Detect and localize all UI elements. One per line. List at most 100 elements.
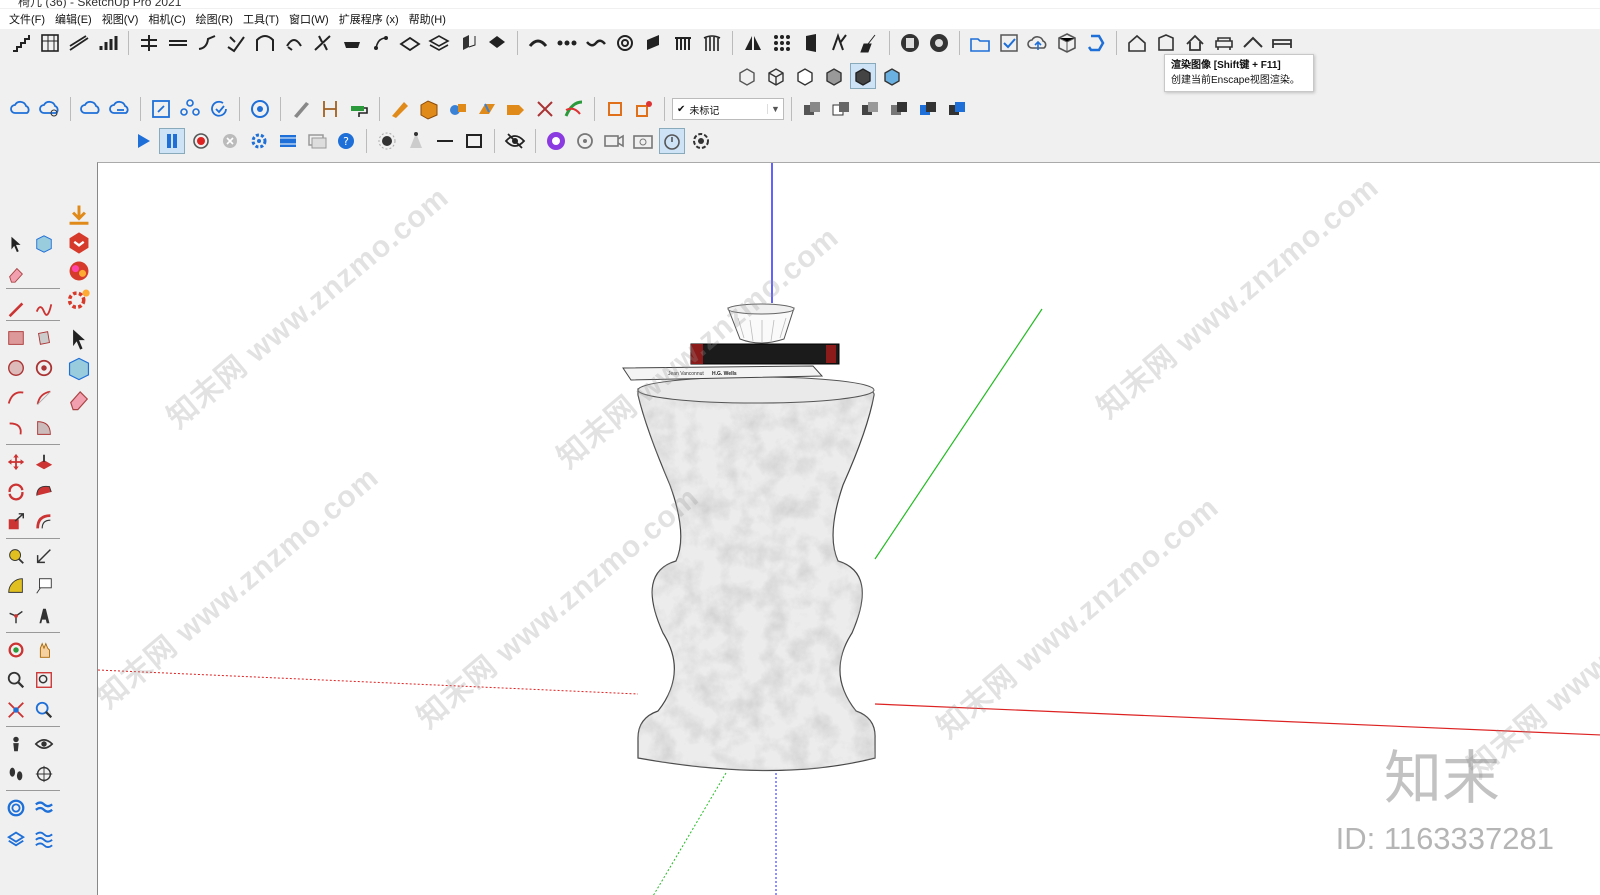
box-orange-icon[interactable] [416, 96, 442, 122]
fold-tool-icon[interactable] [484, 30, 510, 56]
extension-sync-icon[interactable] [1083, 30, 1109, 56]
timer-active-icon[interactable] [659, 128, 685, 154]
broom-tool-icon[interactable] [856, 30, 882, 56]
zoom-extents-icon[interactable] [4, 698, 28, 722]
batch-render-icon[interactable] [304, 128, 330, 154]
pen-tool-icon[interactable] [827, 30, 853, 56]
sandbox-smoove-icon[interactable] [32, 796, 56, 820]
move-icon[interactable] [4, 450, 28, 474]
cloud-link-icon[interactable] [8, 96, 34, 122]
tablet-icon[interactable] [897, 30, 923, 56]
menu-extensions[interactable]: 扩展程序 (x) [334, 11, 404, 27]
play-icon[interactable] [130, 128, 156, 154]
component-stack-6-icon[interactable] [944, 96, 970, 122]
protractor-icon[interactable] [4, 574, 28, 598]
component-cube-icon[interactable] [32, 232, 56, 256]
push-pull-icon[interactable] [32, 450, 56, 474]
dots-tool-icon[interactable] [554, 30, 580, 56]
look-around-icon[interactable] [32, 732, 56, 756]
stone-stool[interactable] [628, 373, 888, 783]
select-arrow-icon[interactable] [66, 326, 92, 352]
rectangle-icon[interactable] [4, 326, 28, 350]
fillet-tool-icon[interactable] [194, 30, 220, 56]
orbit-icon[interactable] [4, 638, 28, 662]
curve-loft-icon[interactable] [281, 30, 307, 56]
component-stack-4-icon[interactable] [886, 96, 912, 122]
axes-icon[interactable] [4, 604, 28, 628]
shaded-style-icon[interactable] [821, 63, 847, 89]
circle-icon[interactable] [4, 356, 28, 380]
push-pull-orange-icon[interactable] [474, 96, 500, 122]
record-disc-icon[interactable] [926, 30, 952, 56]
arc-tool-icon[interactable] [525, 30, 551, 56]
slanted-bar-icon[interactable] [288, 96, 314, 122]
flower-settings-icon[interactable] [688, 128, 714, 154]
bed-icon[interactable] [1269, 30, 1295, 56]
menu-help[interactable]: 帮助(H) [404, 11, 451, 27]
orbit-view-icon[interactable] [572, 128, 598, 154]
photo-camera-icon[interactable] [630, 128, 656, 154]
wedge-orange-icon[interactable] [387, 96, 413, 122]
menu-edit[interactable]: 编辑(E) [50, 11, 97, 27]
hexagon-plugin-icon[interactable] [66, 230, 92, 256]
warehouse-cube-icon[interactable] [1054, 30, 1080, 56]
freehand-icon[interactable] [32, 296, 56, 320]
checkbox-icon[interactable] [996, 30, 1022, 56]
section-display-icon[interactable] [631, 96, 657, 122]
dimension-icon[interactable] [32, 544, 56, 568]
railing-tool-icon[interactable] [699, 30, 725, 56]
follow-me-icon[interactable] [32, 480, 56, 504]
building-icon[interactable] [1153, 30, 1179, 56]
select-arrow-icon[interactable] [4, 232, 28, 256]
three-point-arc-icon[interactable] [4, 416, 28, 440]
section-plane-tool-icon[interactable] [32, 762, 56, 786]
shapes-blue-icon[interactable] [445, 96, 471, 122]
extrude-tool-icon[interactable] [455, 30, 481, 56]
model-viewport[interactable]: Jean Vanconnut H.G. Wells 知末网 www.znzmo.… [97, 162, 1600, 895]
spiral-tool-icon[interactable] [612, 30, 638, 56]
stairs-tool-icon[interactable] [8, 30, 34, 56]
paint-splash-icon[interactable] [66, 258, 92, 284]
cloud-share-icon[interactable] [107, 96, 133, 122]
two-point-arc-icon[interactable] [32, 386, 56, 410]
pan-hand-icon[interactable] [32, 638, 56, 662]
video-camera-icon[interactable] [601, 128, 627, 154]
home-icon[interactable] [1182, 30, 1208, 56]
settings-gear-icon[interactable] [246, 128, 272, 154]
array-tool-icon[interactable] [769, 30, 795, 56]
plugin-logo-icon[interactable] [543, 128, 569, 154]
polygon-icon[interactable] [32, 356, 56, 380]
text-label-icon[interactable] [32, 574, 56, 598]
3d-text-icon[interactable] [32, 604, 56, 628]
layers-tool-icon[interactable] [426, 30, 452, 56]
tag-orange-icon[interactable] [503, 96, 529, 122]
bezier-tool-icon[interactable] [368, 30, 394, 56]
door-tool-icon[interactable] [798, 30, 824, 56]
drape-icon[interactable] [32, 826, 56, 850]
eraser-icon[interactable] [4, 262, 28, 286]
arc-icon[interactable] [4, 386, 28, 410]
surface-tool-icon[interactable] [397, 30, 423, 56]
line-light-icon[interactable] [432, 128, 458, 154]
component-stack-5-icon[interactable] [915, 96, 941, 122]
walk-footprints-icon[interactable] [4, 762, 28, 786]
tag-dropdown[interactable]: ✔ 未标记 ▼ [672, 98, 784, 120]
stop-disabled-icon[interactable] [217, 128, 243, 154]
sweep-tool-icon[interactable] [561, 96, 587, 122]
menu-window[interactable]: 窗口(W) [284, 11, 334, 27]
monochrome-style-icon[interactable] [879, 63, 905, 89]
download-arrow-icon[interactable] [66, 202, 92, 228]
roof-icon[interactable] [1240, 30, 1266, 56]
rect-light-icon[interactable] [461, 128, 487, 154]
mirror-tool-icon[interactable] [740, 30, 766, 56]
house-render-icon[interactable] [1124, 30, 1150, 56]
cloud-sync-icon[interactable] [78, 96, 104, 122]
profile-tool-icon[interactable] [136, 30, 162, 56]
zoom-icon[interactable] [4, 668, 28, 692]
pie-icon[interactable] [32, 416, 56, 440]
component-stack-2-icon[interactable] [828, 96, 854, 122]
wave-tool-icon[interactable] [583, 30, 609, 56]
open-folder-icon[interactable] [967, 30, 993, 56]
flatten-tool-icon[interactable] [339, 30, 365, 56]
menu-draw[interactable]: 绘图(R) [191, 11, 238, 27]
